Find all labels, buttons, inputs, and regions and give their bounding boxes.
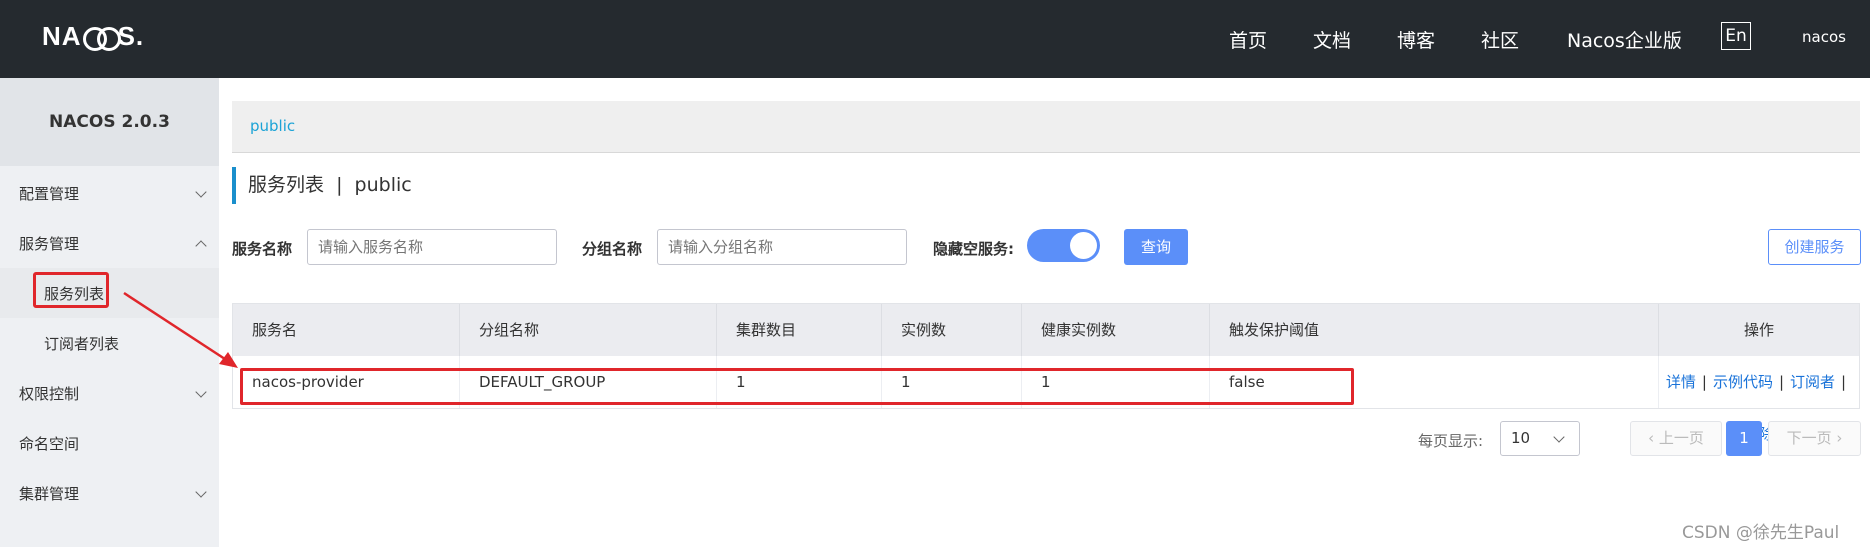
separator: | <box>1701 373 1707 391</box>
toggle-knob <box>1070 232 1097 259</box>
query-button[interactable]: 查询 <box>1124 229 1188 265</box>
chevron-right-icon: › <box>1831 429 1843 447</box>
chevron-down-icon <box>195 386 207 398</box>
namespace-breadcrumb: public <box>232 101 1860 153</box>
nav-docs[interactable]: 文档 <box>1313 26 1351 53</box>
prev-page-label: 上一页 <box>1658 429 1704 447</box>
language-toggle-button[interactable]: En <box>1721 22 1751 50</box>
page-size-label: 每页显示: <box>1418 432 1484 450</box>
nacos-logo[interactable]: NA S. <box>42 20 144 52</box>
annotation-arrow-icon <box>123 291 238 368</box>
column-header: 分组名称 <box>460 304 717 356</box>
version-label: NACOS 2.0.3 <box>0 78 219 166</box>
separator: | <box>1778 373 1785 391</box>
service-name-label: 服务名称 <box>232 240 293 258</box>
subscribers-link[interactable]: 订阅者 <box>1790 373 1835 391</box>
column-header: 服务名 <box>233 304 460 356</box>
sidebar-item-service-management[interactable]: 服务管理 <box>0 218 219 268</box>
namespace-link-public[interactable]: public <box>250 117 295 135</box>
create-service-button[interactable]: 创建服务 <box>1768 229 1861 265</box>
sidebar-item-label: 配置管理 <box>19 185 80 203</box>
hide-empty-label: 隐藏空服务: <box>933 240 1014 258</box>
logo-dot: . <box>135 20 145 51</box>
table-header: 服务名 分组名称 集群数目 实例数 健康实例数 触发保护阈值 操作 <box>233 304 1859 356</box>
logo-rings-icon <box>82 26 121 51</box>
column-header: 实例数 <box>882 304 1022 356</box>
prev-page-button[interactable]: ‹ 上一页 <box>1630 421 1722 456</box>
next-page-label: 下一页 <box>1786 429 1832 447</box>
page-number-current[interactable]: 1 <box>1726 421 1762 456</box>
sidebar-item-cluster-management[interactable]: 集群管理 <box>0 468 219 518</box>
column-header: 健康实例数 <box>1022 304 1210 356</box>
group-name-input[interactable] <box>657 229 907 265</box>
sidebar-item-subscriber-list[interactable]: 订阅者列表 <box>0 318 219 368</box>
chevron-down-icon <box>195 486 207 498</box>
annotation-highlight-sidebar <box>33 272 109 308</box>
logo-text: NA <box>42 20 82 51</box>
nav-home[interactable]: 首页 <box>1229 26 1267 53</box>
column-header: 操作 <box>1743 321 1774 339</box>
chevron-down-icon <box>195 186 207 198</box>
chevron-down-icon <box>1553 431 1565 443</box>
page-size-select[interactable]: 10 <box>1500 421 1580 456</box>
sidebar-item-label: 集群管理 <box>19 485 80 503</box>
chevron-up-icon <box>195 240 207 252</box>
sidebar-item-label: 权限控制 <box>19 385 80 403</box>
separator: | <box>1841 373 1847 391</box>
page-title: 服务列表 | public <box>232 167 412 204</box>
next-page-button[interactable]: 下一页 › <box>1768 421 1861 456</box>
column-header: 触发保护阈值 <box>1210 304 1659 356</box>
nav-enterprise[interactable]: Nacos企业版 <box>1567 26 1682 53</box>
chevron-left-icon: ‹ <box>1648 429 1659 447</box>
page-size-value: 10 <box>1511 429 1531 447</box>
annotation-highlight-row <box>240 368 1354 405</box>
nav-community[interactable]: 社区 <box>1481 26 1519 53</box>
service-name-input[interactable] <box>307 229 557 265</box>
sidebar-item-namespace[interactable]: 命名空间 <box>0 418 219 468</box>
sidebar-item-label: 订阅者列表 <box>44 335 120 353</box>
hide-empty-toggle[interactable] <box>1027 229 1100 262</box>
sidebar: NACOS 2.0.3 配置管理 服务管理 服务列表 订阅者列表 权限控制 命名… <box>0 78 219 547</box>
sidebar-item-config-management[interactable]: 配置管理 <box>0 168 219 218</box>
sidebar-item-access-control[interactable]: 权限控制 <box>0 368 219 418</box>
nav-blog[interactable]: 博客 <box>1397 26 1435 53</box>
watermark: CSDN @徐先生Paul <box>1682 523 1840 543</box>
group-name-label: 分组名称 <box>582 240 643 258</box>
column-header: 集群数目 <box>717 304 882 356</box>
user-menu[interactable]: nacos <box>1802 28 1846 46</box>
cell-actions: 详情|示例代码|订阅者|删除 <box>1659 356 1859 443</box>
sample-code-link[interactable]: 示例代码 <box>1713 373 1773 391</box>
top-navbar: NA S. 首页 文档 博客 社区 Nacos企业版 En nacos <box>0 0 1870 78</box>
sidebar-item-label: 命名空间 <box>19 435 80 453</box>
details-link[interactable]: 详情 <box>1666 373 1696 391</box>
sidebar-item-label: 服务管理 <box>19 235 80 253</box>
